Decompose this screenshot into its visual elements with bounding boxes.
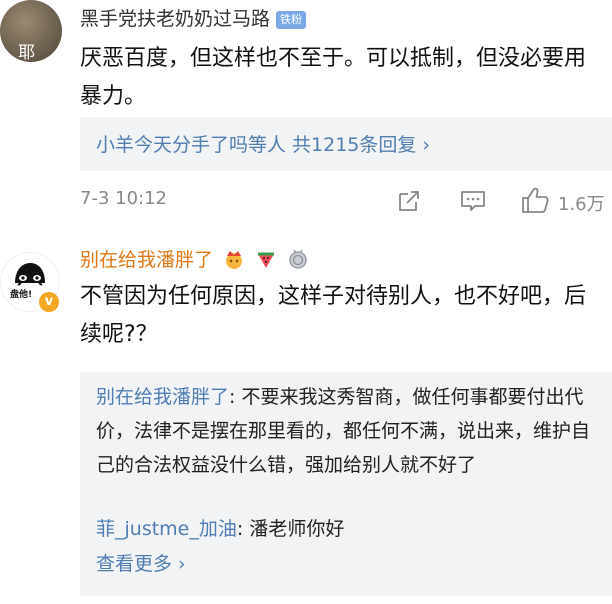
comment-username[interactable]: 别在给我潘胖了 (80, 245, 309, 272)
avatar-caption: 盘他! (10, 290, 33, 300)
like-icon[interactable] (520, 186, 550, 214)
like-count: 1.6万 (558, 194, 605, 215)
comment-icon[interactable] (460, 189, 486, 213)
reply-item: 别在给我潘胖了: 不要来我这秀智商，做任何事都要付出代价，法律不是摆在那里看的，… (96, 380, 596, 482)
comment-content: 厌恶百度，但这样也不至于。可以抵制，但没必要用暴力。 (80, 46, 587, 109)
reply-text: : 潘老师你好 (236, 518, 345, 540)
view-more-link[interactable]: 查看更多 › (96, 547, 186, 581)
comment-timestamp: 7-3 10:12 (80, 188, 167, 209)
watermelon-medal-icon (258, 252, 275, 268)
fan-badge: 铁粉 (276, 11, 307, 29)
reply-author[interactable]: 菲_justme_加油 (96, 518, 237, 540)
replies-summary-link[interactable]: 小羊今天分手了吗等人 共1215条回复 › (96, 130, 430, 157)
verified-badge: v (39, 292, 59, 312)
avatar-watermark: 耶 (18, 43, 36, 62)
replies-summary-box[interactable]: 小羊今天分手了吗等人 共1215条回复 › (80, 117, 612, 171)
silver-medal-icon (289, 249, 307, 269)
share-icon[interactable] (397, 189, 421, 213)
comment-thread: 耶 黑手党扶老奶奶过马路 铁粉 厌恶百度，但这样也不至于。可以抵制，但没必要用暴力… (0, 0, 612, 604)
username-text[interactable]: 黑手党扶老奶奶过马路 (80, 8, 270, 30)
reply-author[interactable]: 别在给我潘胖了 (96, 386, 229, 408)
comment-content: 不管因为任何原因，这样子对待别人，也不好吧，后续呢?？ (80, 284, 587, 347)
replies-box: 别在给我潘胖了: 不要来我这秀智商，做任何事都要付出代价，法律不是摆在那里看的，… (80, 372, 612, 596)
crown-medal-icon (226, 251, 243, 269)
reply-item: 菲_justme_加油: 潘老师你好 (96, 512, 344, 546)
username-text[interactable]: 别在给我潘胖了 (80, 249, 213, 271)
avatar[interactable]: 耶 (0, 0, 62, 62)
comment-username[interactable]: 黑手党扶老奶奶过马路 铁粉 (80, 4, 307, 31)
